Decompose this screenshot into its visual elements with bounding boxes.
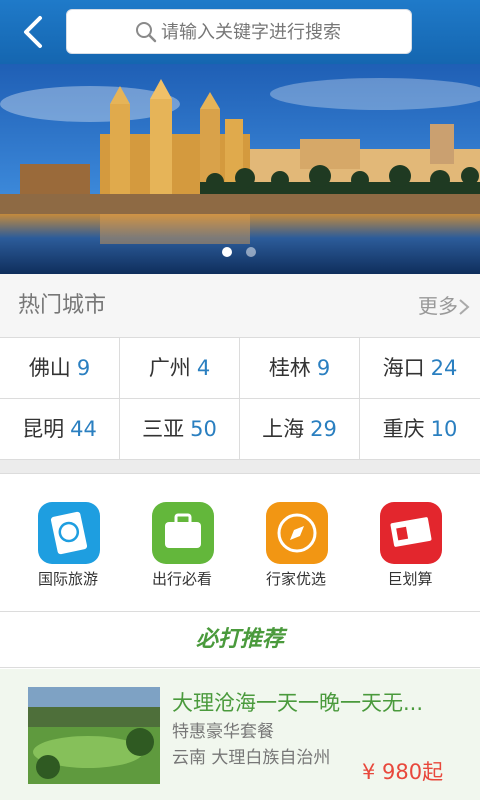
recommend-card[interactable]: 大理沧海一天一晚一天无... 特惠豪华套餐 云南 大理白族自治州 ¥ 980起 <box>0 669 480 800</box>
more-link[interactable]: 更多 <box>418 274 458 338</box>
city-count: 24 <box>430 356 458 380</box>
category-great-deals[interactable]: 巨划算 <box>350 474 470 612</box>
city-count: 10 <box>430 417 458 441</box>
city-count: 50 <box>190 417 217 441</box>
search-icon <box>136 22 157 43</box>
category-label: 出行必看 <box>151 570 212 588</box>
recommend-item-price: ¥ 980起 <box>362 760 444 784</box>
city-cell[interactable]: 桂林 9 <box>240 338 360 399</box>
banner-carousel[interactable] <box>0 64 480 274</box>
recommend-item-subtitle: 特惠豪华套餐 <box>172 722 274 742</box>
category-row: 国际旅游 出行必看 行家优选 巨划算 <box>0 474 480 612</box>
category-label: 巨划算 <box>387 570 433 588</box>
search-input[interactable]: 请输入关键字进行搜索 <box>66 9 412 54</box>
hot-cities-title: 热门城市 <box>18 293 107 318</box>
search-placeholder: 请输入关键字进行搜索 <box>161 22 341 43</box>
city-name: 广州 <box>148 356 191 380</box>
city-cell[interactable]: 广州 4 <box>120 338 240 399</box>
carousel-dot-active[interactable] <box>222 247 232 257</box>
hot-cities-header: 热门城市 更多 <box>0 274 480 338</box>
city-count: 29 <box>310 417 337 441</box>
city-cell[interactable]: 佛山 9 <box>0 338 120 399</box>
top-bar: 请输入关键字进行搜索 <box>0 0 480 64</box>
recommend-item-title: 大理沧海一天一晚一天无... <box>172 691 424 715</box>
city-grid: 佛山 9 广州 4 桂林 9 海口 24 昆明 44 三亚 50 上海 29 重庆 10 <box>0 338 480 460</box>
city-name: 佛山 <box>28 356 71 380</box>
city-cell[interactable]: 上海 29 <box>240 399 360 460</box>
city-count: 44 <box>70 417 97 441</box>
compass-icon <box>266 502 328 564</box>
recommend-thumbnail <box>28 687 160 784</box>
city-cell[interactable]: 海口 24 <box>360 338 480 399</box>
chevron-left-icon <box>24 16 42 48</box>
city-name: 三亚 <box>142 417 185 441</box>
city-name: 桂林 <box>268 356 311 380</box>
category-label: 国际旅游 <box>37 570 98 588</box>
section-divider <box>0 460 480 474</box>
city-name: 海口 <box>382 356 425 380</box>
category-travel-guide[interactable]: 出行必看 <box>122 474 242 612</box>
recommend-item-location: 云南 大理白族自治州 <box>172 748 331 768</box>
city-name: 昆明 <box>22 417 65 441</box>
category-label: 行家优选 <box>265 570 326 588</box>
category-expert-picks[interactable]: 行家优选 <box>236 474 356 612</box>
city-name: 重庆 <box>382 417 425 441</box>
city-count: 4 <box>196 356 211 380</box>
city-cell[interactable]: 昆明 44 <box>0 399 120 460</box>
carousel-dot[interactable] <box>246 247 256 257</box>
category-international-travel[interactable]: 国际旅游 <box>8 474 128 612</box>
passport-icon <box>38 502 100 564</box>
back-button[interactable] <box>14 10 54 54</box>
chevron-right-icon[interactable] <box>458 298 470 316</box>
city-count: 9 <box>316 356 331 380</box>
banner-image <box>0 64 480 274</box>
suitcase-icon <box>152 502 214 564</box>
city-name: 上海 <box>262 417 305 441</box>
city-cell[interactable]: 三亚 50 <box>120 399 240 460</box>
city-cell[interactable]: 重庆 10 <box>360 399 480 460</box>
city-count: 9 <box>76 356 91 380</box>
ticket-icon <box>380 502 442 564</box>
recommend-title: 必打推荐 <box>0 612 480 668</box>
